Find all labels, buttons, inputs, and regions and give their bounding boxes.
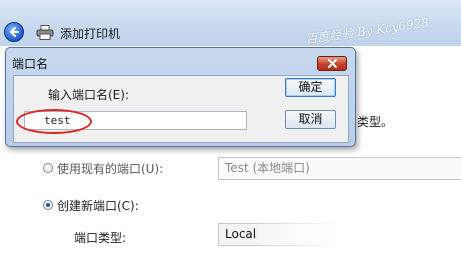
cancel-button[interactable]: 取消 xyxy=(285,110,336,129)
watermark: 百度经验 By Kcy0928 xyxy=(304,15,430,47)
use-existing-port-radio[interactable] xyxy=(43,163,53,173)
window-title: 添加打印机 xyxy=(60,27,121,41)
dialog-title: 端口名 xyxy=(12,57,49,71)
create-new-port-label: 创建新端口(C): xyxy=(57,199,139,213)
port-type-label: 端口类型: xyxy=(74,231,127,245)
create-new-port-radio[interactable] xyxy=(43,200,53,210)
ok-button[interactable]: 确定 xyxy=(285,78,336,97)
back-arrow-icon[interactable] xyxy=(4,22,24,42)
window-title-bar: 添加打印机 百度经验 By Kcy0928 xyxy=(0,0,461,47)
printer-icon xyxy=(36,25,54,40)
port-name-label: 输入端口名(E): xyxy=(48,88,129,102)
close-icon[interactable] xyxy=(317,56,347,71)
red-highlight-circle xyxy=(16,109,92,134)
partial-instruction-text: 类型。 xyxy=(357,115,394,129)
use-existing-port-label: 使用现有的端口(U): xyxy=(57,162,164,176)
blurred-region xyxy=(258,221,461,248)
existing-port-select[interactable]: Test (本地端口) xyxy=(218,157,461,180)
